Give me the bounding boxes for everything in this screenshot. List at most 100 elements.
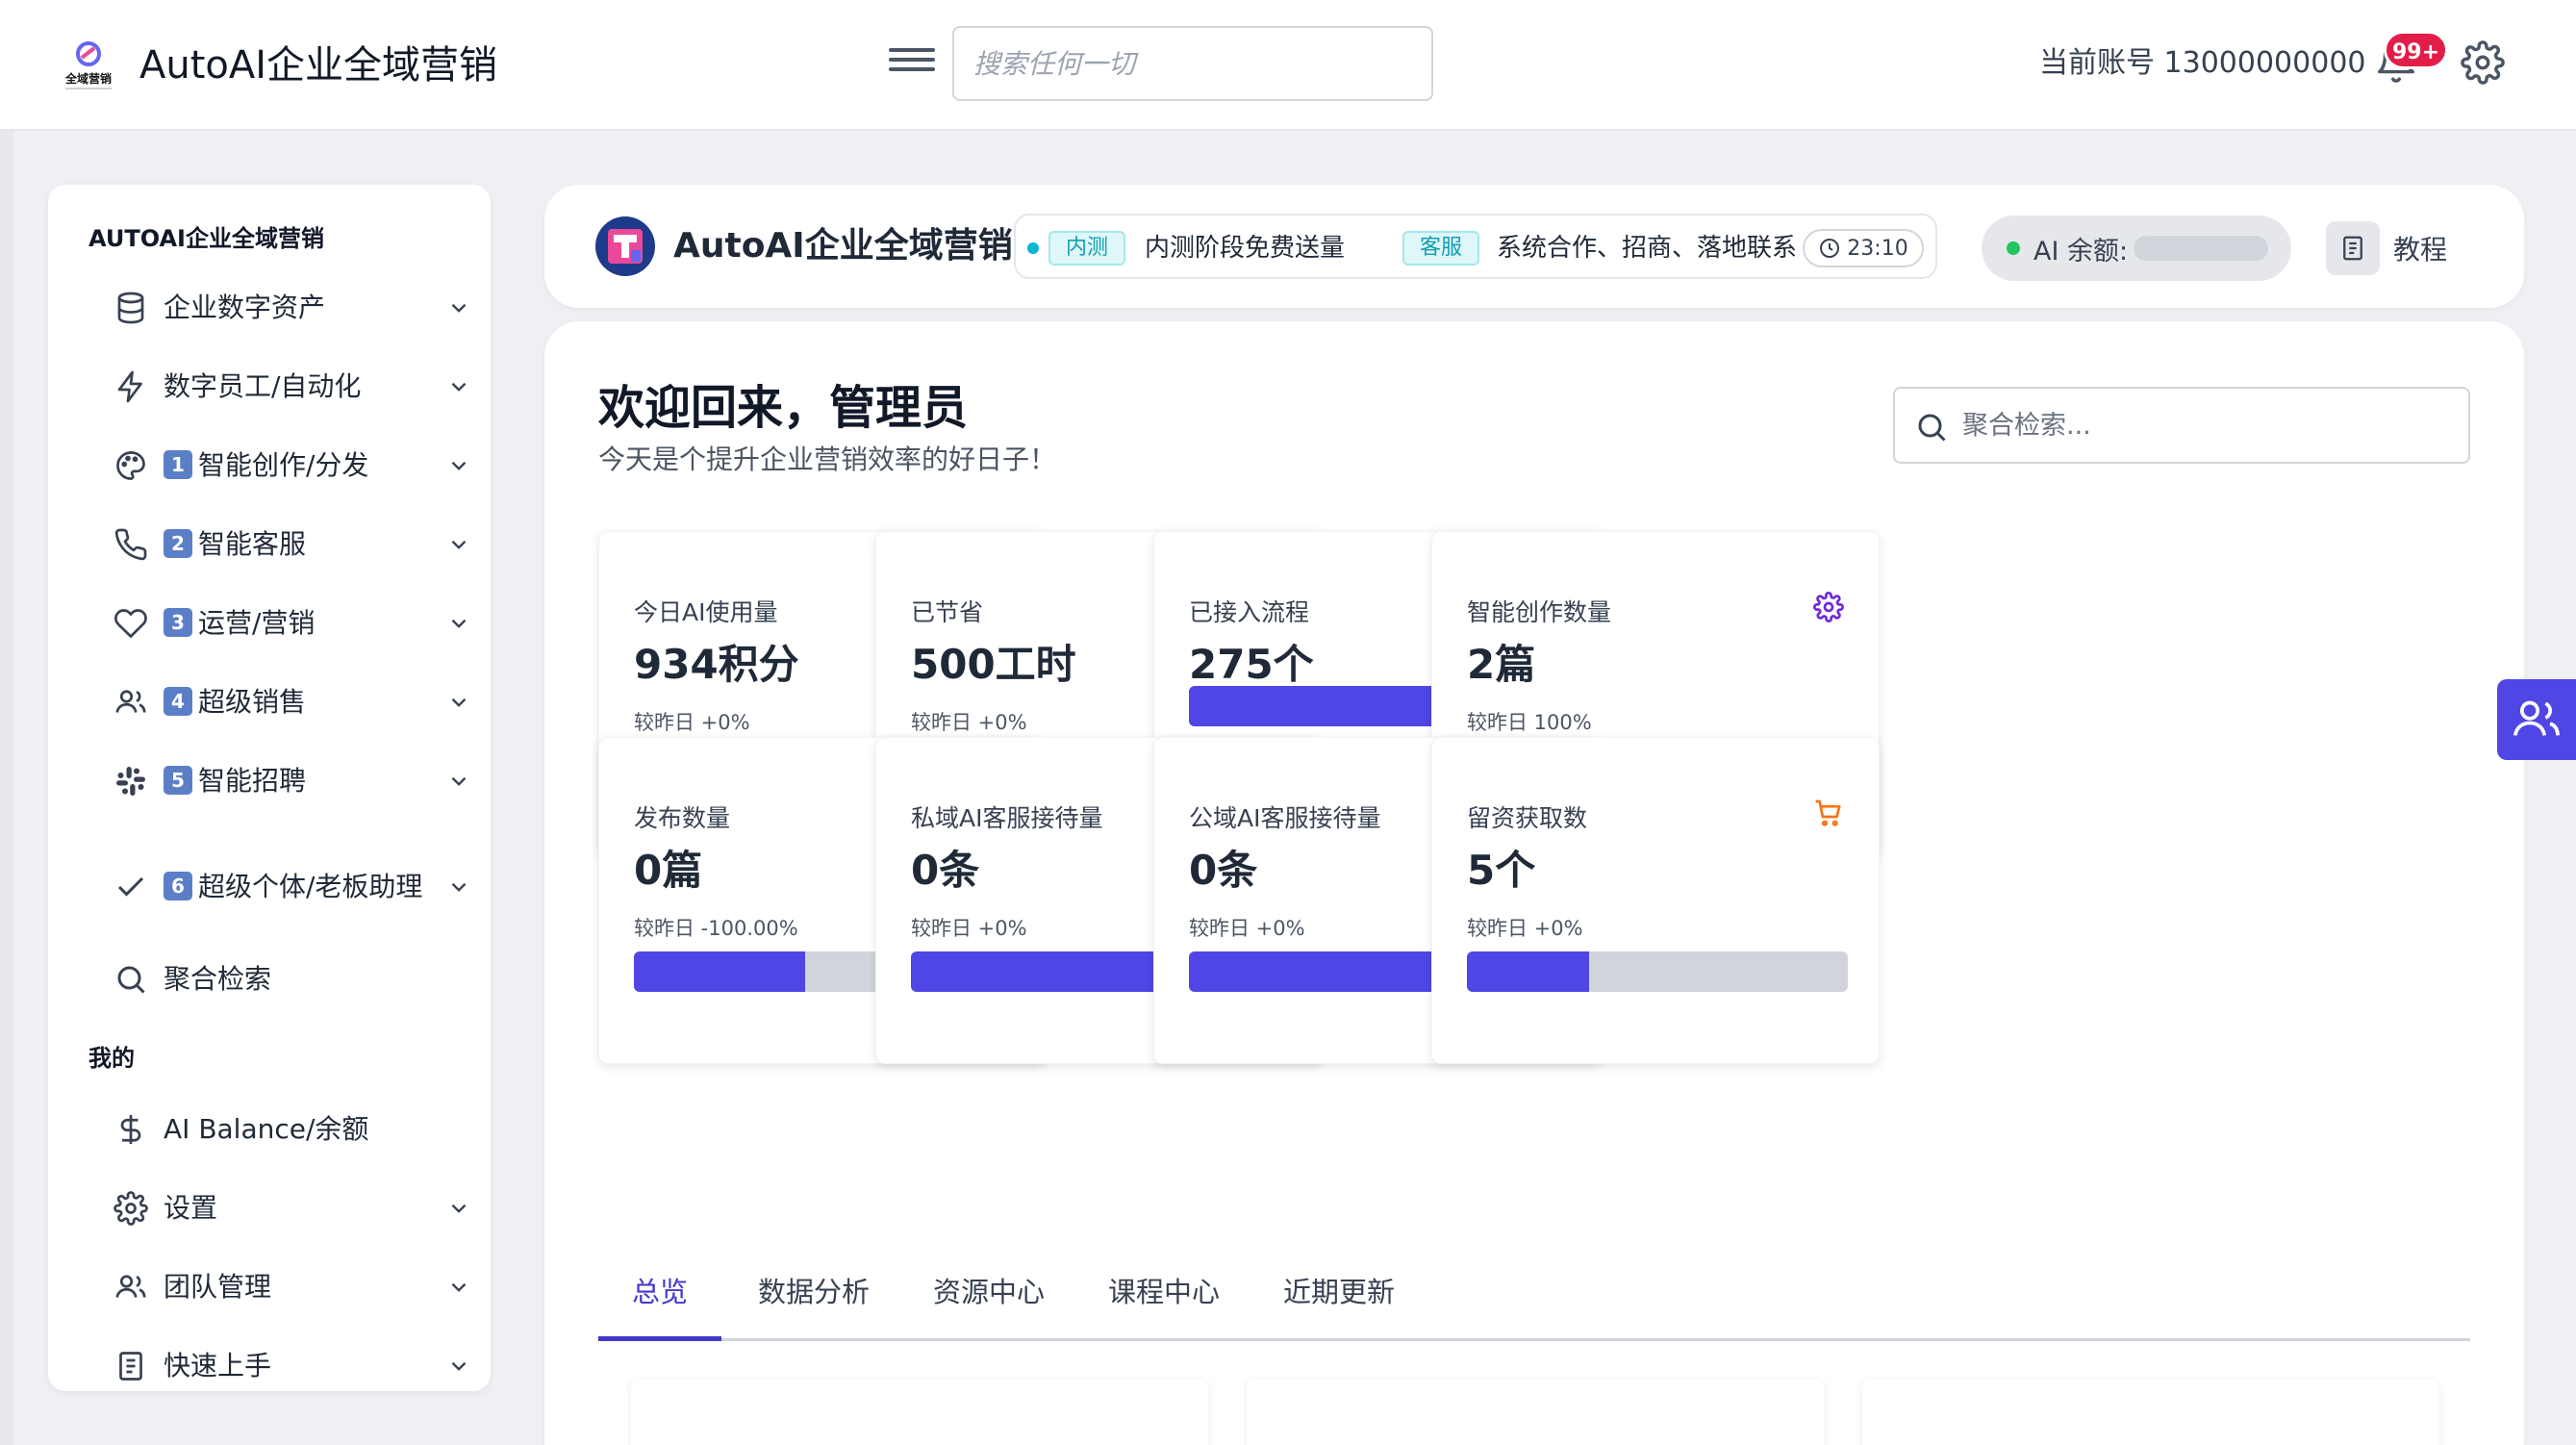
sidebar-section-mine: 我的 [88, 1045, 135, 1072]
tab-recent-updates[interactable]: 近期更新 [1270, 1264, 1408, 1341]
users-icon [115, 690, 146, 713]
tab-overview[interactable]: 总览 [598, 1264, 721, 1341]
stat-value: 0篇 [634, 847, 703, 894]
sidebar-item-digital-employee[interactable]: 数字员工/自动化 [114, 352, 471, 421]
chevron-down-icon [451, 461, 467, 470]
current-account: 当前账号 13000000000 [2039, 46, 2366, 80]
ai-balance-pill[interactable]: AI 余额: [1982, 215, 2291, 281]
menu-toggle-icon[interactable] [889, 42, 935, 85]
book-icon [2326, 221, 2380, 275]
stat-compare: 较昨日 +0% [634, 711, 750, 734]
stat-value: 0条 [1189, 847, 1258, 894]
stat-value: 275个 [1189, 641, 1314, 688]
sidebar-item-label: AI Balance/余额 [164, 1113, 369, 1145]
balance-placeholder [2134, 236, 2269, 261]
stat-label: 发布数量 [634, 804, 731, 832]
sidebar-item-label: 智能客服 [198, 528, 307, 560]
stat-label: 私域AI客服接待量 [911, 804, 1103, 832]
tab-course-center[interactable]: 课程中心 [1095, 1264, 1233, 1341]
sidebar-item-customer-service[interactable]: 2 智能客服 [114, 510, 471, 579]
announcement-ticker[interactable]: 内测 内测阶段免费送量 客服 系统合作、招商、落地联系 23:10 [1014, 214, 1937, 279]
aggregate-search-box[interactable] [1893, 387, 2470, 464]
dollar-icon [120, 1115, 141, 1144]
tutorial-label: 教程 [2393, 234, 2448, 266]
stat-compare: 较昨日 +0% [911, 711, 1027, 734]
stat-compare: 较昨日 +0% [1467, 917, 1583, 940]
gear-icon [1813, 592, 1844, 622]
chevron-down-icon [451, 882, 467, 892]
number-badge: 6 [164, 872, 192, 900]
check-icon [117, 876, 144, 897]
overview-card [631, 1380, 1208, 1445]
customer-service-float-button[interactable] [2497, 679, 2576, 760]
chevron-down-icon [451, 1361, 467, 1371]
users-icon [115, 1275, 146, 1298]
stat-label: 智能创作数量 [1467, 598, 1612, 626]
stat-label: 公域AI客服接待量 [1189, 804, 1381, 832]
sidebar-item-label: 智能招聘 [198, 765, 307, 797]
tag-service: 客服 [1402, 231, 1480, 266]
stat-compare: 较昨日 100% [1467, 711, 1592, 734]
sidebar-item-balance[interactable]: AI Balance/余额 [114, 1095, 471, 1164]
overview-card [1247, 1380, 1824, 1445]
slack-icon [116, 767, 145, 796]
chevron-down-icon [451, 382, 467, 392]
sidebar-item-aggregate-search[interactable]: 聚合检索 [114, 945, 471, 1014]
sidebar-item-recruiting[interactable]: 5 智能招聘 [114, 747, 471, 816]
aggregate-search-input[interactable] [1962, 398, 2453, 452]
app-title: AutoAI企业全域营销 [139, 43, 498, 88]
chevron-down-icon [451, 1282, 467, 1292]
sidebar-item-label: 超级销售 [198, 686, 307, 718]
stat-card: 留资获取数 5个 较昨日 +0% [1431, 737, 1880, 1064]
sidebar-item-quickstart[interactable]: 快速上手 [114, 1331, 471, 1391]
sidebar-item-team[interactable]: 团队管理 [114, 1253, 471, 1322]
main-content: 欢迎回来，管理员 今天是个提升企业营销效率的好日子！ 今日AI使用量 934积分… [544, 321, 2524, 1445]
stat-label: 今日AI使用量 [634, 598, 778, 626]
tutorial-button[interactable]: 教程 [2326, 221, 2447, 275]
gear-icon[interactable] [2461, 40, 2505, 85]
stat-label: 已接入流程 [1189, 598, 1310, 626]
page-title: 欢迎回来，管理员 [598, 381, 969, 435]
progress-fill [634, 951, 806, 992]
sidebar-item-settings[interactable]: 设置 [114, 1174, 471, 1243]
cart-icon [1813, 798, 1844, 828]
database-icon [117, 292, 144, 324]
sidebar-item-digital-assets[interactable]: 企业数字资产 [114, 273, 471, 342]
stat-compare: 较昨日 +0% [911, 917, 1027, 940]
lightning-icon [117, 370, 142, 403]
stat-label: 留资获取数 [1467, 804, 1588, 832]
ticker-message: 系统合作、招商、落地联系 [1497, 234, 1798, 263]
number-badge: 3 [164, 608, 192, 637]
sidebar-item-operations[interactable]: 3 运营/营销 [114, 589, 471, 658]
tab-resource-center[interactable]: 资源中心 [920, 1264, 1058, 1341]
number-badge: 5 [164, 766, 192, 795]
stat-value: 500工时 [911, 641, 1076, 688]
page-subtitle: 今天是个提升企业营销效率的好日子！ [598, 444, 1057, 475]
svg-text:全域营销: 全域营销 [64, 71, 112, 86]
time-label: 23:10 [1847, 236, 1908, 261]
phone-icon [114, 528, 147, 561]
number-badge: 4 [164, 687, 192, 716]
sidebar-item-label: 设置 [164, 1192, 218, 1224]
sidebar-item-label: 企业数字资产 [164, 292, 326, 323]
sidebar-item-creation[interactable]: 1 智能创作/分发 [114, 431, 471, 500]
tab-bar: 总览 数据分析 资源中心 课程中心 近期更新 [598, 1264, 2470, 1341]
stat-value: 2篇 [1467, 641, 1536, 688]
logo-icon: 全域营销 [64, 41, 112, 89]
stat-value: 934积分 [634, 641, 799, 688]
sidebar-item-boss-assistant[interactable]: 6 超级个体/老板助理 [114, 839, 471, 935]
tab-data-analysis[interactable]: 数据分析 [745, 1264, 883, 1341]
clock-icon [1820, 239, 1840, 258]
chevron-down-icon [451, 303, 467, 313]
chevron-down-icon [451, 1204, 467, 1213]
sidebar-item-sales[interactable]: 4 超级销售 [114, 668, 471, 737]
global-search-input[interactable] [952, 26, 1433, 101]
top-bar: 全域营销 AutoAI企业全域营销 当前账号 13000000000 99+ [0, 0, 2576, 131]
search-icon [1918, 414, 1946, 442]
notification-badge: 99+ [2384, 31, 2449, 69]
sidebar-item-label: 数字员工/自动化 [164, 370, 362, 402]
stat-compare: 较昨日 -100.00% [634, 917, 798, 940]
stat-value: 5个 [1467, 847, 1536, 894]
sidebar: AUTOAI企业全域营销 企业数字资产 数字员工/自动化 1 智能创作/分发 2智… [48, 185, 491, 1391]
stat-label: 已节省 [911, 598, 984, 626]
